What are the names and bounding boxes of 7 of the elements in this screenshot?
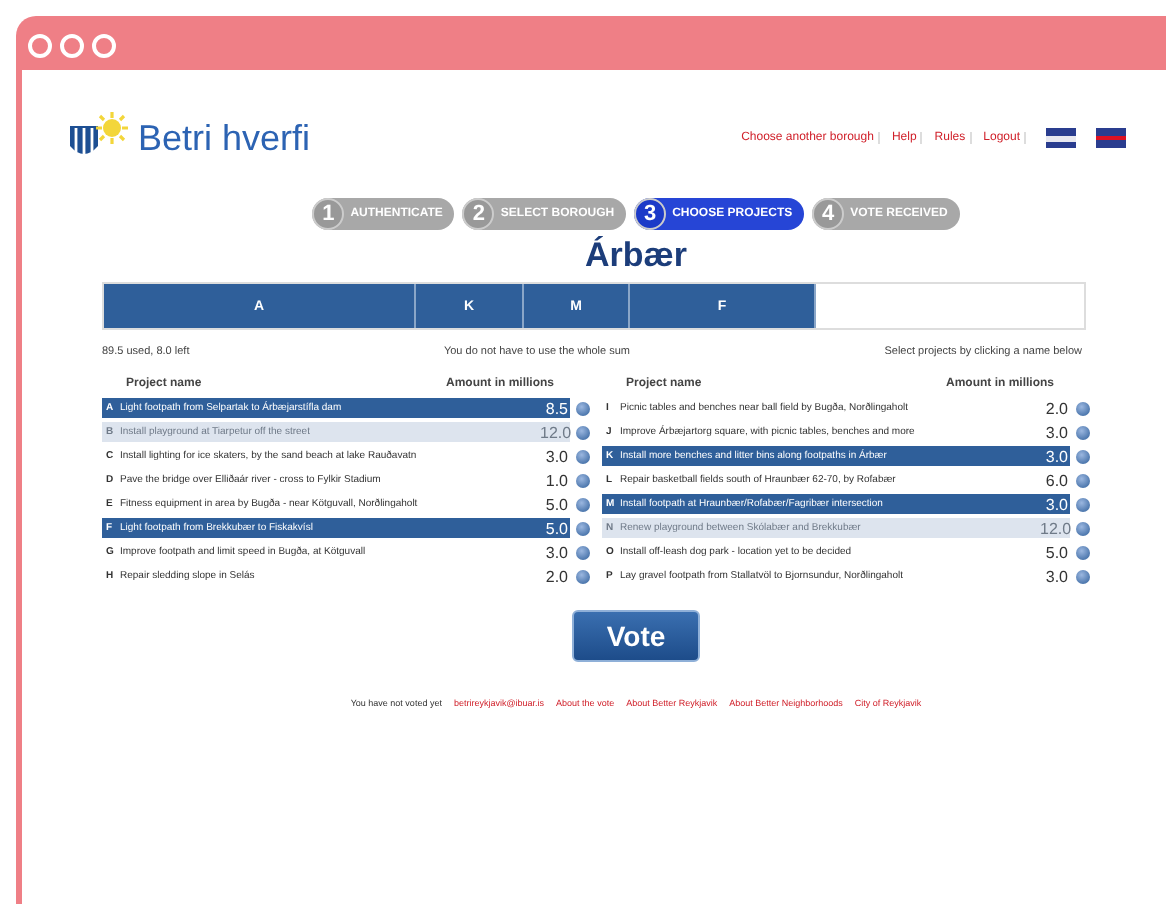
window-control-icon[interactable] [92,34,116,58]
vote-button[interactable]: Vote [572,610,700,662]
borough-title: Árbær [582,236,689,276]
window-control-icon[interactable] [60,34,84,58]
window-control-icon[interactable] [28,34,52,58]
flag-icon[interactable] [1046,128,1076,148]
logo-text: Betri hverfi [138,117,311,159]
